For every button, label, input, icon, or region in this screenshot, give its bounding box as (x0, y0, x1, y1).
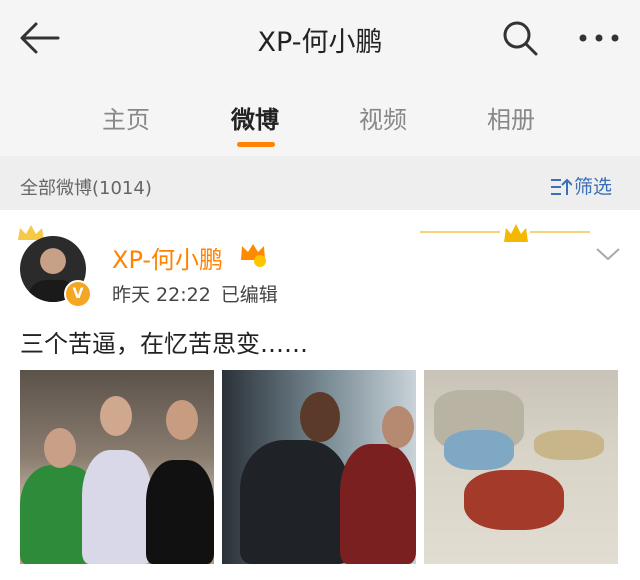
post-photo-2[interactable] (222, 370, 416, 564)
top-bar: XP-何小鹏 (0, 0, 640, 76)
edited-label: 已编辑 (220, 284, 278, 306)
filter-bar: 全部微博(1014) 筛选 (0, 156, 640, 210)
post-time: 昨天 22:22 (112, 284, 211, 306)
tab-home[interactable]: 主页 (81, 100, 171, 135)
chevron-down-icon[interactable] (594, 244, 622, 264)
post-photo-3[interactable] (424, 370, 618, 564)
filter-icon (551, 178, 573, 195)
username[interactable]: XP-何小鹏 (112, 240, 223, 275)
verified-badge: V (64, 280, 92, 308)
tab-bar: 主页 微博 视频 相册 (0, 76, 640, 156)
post-text: 三个苦逼，在忆苦思变…… (20, 330, 308, 358)
active-tab-indicator (237, 142, 275, 147)
post-card: V XP-何小鹏 昨天 22:22 已编辑 三个苦逼，在忆苦思变…… (0, 210, 640, 580)
tab-weibo[interactable]: 微博 (210, 100, 300, 135)
vip-crown-icon (241, 244, 266, 267)
post-count-label: 全部微博(1014) (20, 178, 152, 199)
post-photo-1[interactable] (20, 370, 214, 564)
filter-button[interactable]: 筛选 (550, 172, 612, 199)
more-dots-icon[interactable] (576, 24, 622, 52)
tab-video[interactable]: 视频 (338, 100, 428, 135)
tab-album[interactable]: 相册 (466, 100, 556, 135)
filter-label: 筛选 (574, 176, 613, 198)
search-icon[interactable] (500, 18, 540, 58)
post-meta: 昨天 22:22 已编辑 (112, 280, 278, 307)
page-title: XP-何小鹏 (257, 27, 383, 58)
crown-decoration-icon (420, 224, 590, 242)
